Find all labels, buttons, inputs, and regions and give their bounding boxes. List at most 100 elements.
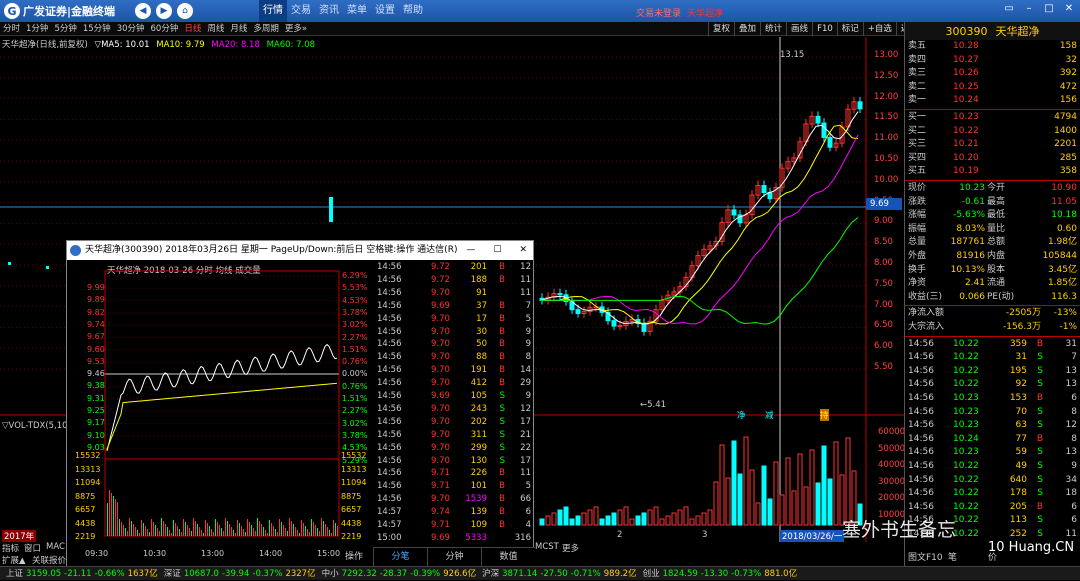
index-item[interactable]: 中小 7292.32 -28.37 -0.39% 926.6亿 (319, 569, 477, 579)
low-marker: ←5.41 (640, 400, 667, 410)
expand-button[interactable]: 扩展▲ (2, 554, 26, 566)
tick-popup-window[interactable]: 天华超净(300390) 2018年03月26日 星期一 PageUp/Down… (66, 240, 535, 567)
tick-cell: 9.70 (431, 429, 450, 440)
quote-cell: 31 (1015, 352, 1027, 363)
menu-item-trade[interactable]: 交易 (287, 0, 315, 22)
period-tab[interactable]: 更多» (282, 22, 310, 35)
quote-cell: 10.23 (953, 420, 979, 431)
volume-bar (575, 515, 581, 526)
quote-row: 14:56 10.22 49 S 9 (905, 460, 1080, 474)
quote-tab[interactable]: 图文F10 (908, 552, 943, 566)
menu-item-market[interactable]: 行情 (259, 0, 287, 22)
home-icon[interactable]: ⌂ (177, 3, 193, 19)
tick-row: 14:56 9.70 191 B 14 (373, 364, 535, 377)
price-tick: 11.50 (874, 112, 899, 123)
quote-cell: 10.23 (959, 183, 985, 193)
operate-label[interactable]: 操作 (345, 549, 363, 562)
volume-bar (251, 525, 252, 536)
quote-cell: 205 (1009, 501, 1027, 512)
close-icon[interactable]: ✕ (1062, 2, 1076, 16)
volume-bar (271, 523, 272, 536)
maximize-icon[interactable]: ☐ (493, 241, 501, 260)
tool-button[interactable]: F10 (812, 22, 837, 36)
macd-tab[interactable]: MAC (46, 542, 65, 552)
index-item[interactable]: 沪深 3871.14 -27.50 -0.71% 989.2亿 (479, 569, 637, 579)
volume-bar (557, 509, 563, 526)
menu-item-menu[interactable]: 菜单 (343, 0, 371, 22)
quote-cell: 14:56 (908, 406, 934, 417)
quote-cell: 买二 (908, 125, 927, 136)
tool-button[interactable]: 画线 (786, 22, 812, 36)
period-tab[interactable]: 分时 (0, 22, 23, 35)
tool-button[interactable]: 统计 (760, 22, 786, 36)
volume-bar (683, 506, 689, 526)
tab-minutes[interactable]: 分钟 (427, 548, 481, 566)
period-tab[interactable]: 15分钟 (80, 22, 114, 35)
back-icon[interactable]: ◀ (135, 3, 151, 19)
more-tab[interactable]: 更多 (562, 542, 579, 554)
maximize-icon[interactable]: □ (1042, 2, 1056, 16)
quote-cell: S (1037, 406, 1043, 417)
tool-button[interactable]: 叠加 (734, 22, 760, 36)
mcst-tab[interactable]: MCST (535, 542, 559, 552)
period-tab[interactable]: 日线 (181, 22, 204, 35)
tick-cell: 17 (476, 313, 487, 324)
quote-cell: 81916 (956, 251, 985, 261)
volume-bar (205, 520, 206, 536)
period-tab[interactable]: 1分钟 (23, 22, 51, 35)
quote-cell: S (1037, 379, 1043, 390)
volume-bar (331, 533, 332, 536)
related-quote-button[interactable]: 关联报价 (32, 554, 66, 566)
tick-cell: 14:56 (377, 300, 402, 311)
quote-cell: 现价 (908, 183, 927, 193)
index-cell: -13.30 (700, 569, 729, 579)
index-item[interactable]: 深证 10687.0 -39.94 -0.37% 2327亿 (161, 569, 316, 579)
period-tab[interactable]: 60分钟 (148, 22, 182, 35)
forward-icon[interactable]: ▶ (156, 3, 172, 19)
tick-list[interactable]: 14:56 9.72 201 B 12 14:56 9.72 188 B 11 14:56 9.70 9… (373, 261, 535, 546)
minimize-icon[interactable]: – (1022, 2, 1036, 16)
close-icon[interactable]: ✕ (519, 241, 527, 260)
tab-ticks[interactable]: 分笔 (373, 548, 427, 566)
volume-bar (653, 506, 659, 526)
indicator-tab[interactable]: 指标 (2, 542, 19, 554)
quote-tab[interactable]: 笔 (948, 552, 957, 566)
candle-body (857, 101, 863, 110)
menu-item-settings[interactable]: 设置 (371, 0, 399, 22)
brand-logo: G 广发证券|金融终端 (0, 0, 130, 22)
period-tab[interactable]: 30分钟 (114, 22, 148, 35)
quote-row: 卖二 10.25 472 (905, 81, 1080, 95)
minimize-icon[interactable]: — (466, 241, 475, 260)
vol-tick: 11094 (75, 478, 101, 487)
index-item[interactable]: 创业 1824.59 -13.30 -0.73% 881.0亿 (640, 569, 798, 579)
intraday-chart[interactable] (67, 261, 373, 548)
volume-bar (311, 519, 312, 536)
skin-icon[interactable]: ▭ (1002, 2, 1016, 16)
window-tab[interactable]: 窗口 (24, 542, 41, 554)
period-tab[interactable]: 多周期 (250, 22, 282, 35)
tick-cell: 37 (476, 300, 487, 311)
quote-cell: 0.066 (959, 291, 985, 302)
tool-button[interactable]: 标记 (836, 22, 863, 36)
tool-button[interactable]: 复权 (708, 22, 734, 36)
tool-button[interactable]: +自选 (862, 22, 896, 36)
quote-cell: 14:56 (908, 433, 934, 444)
vol-tick: 2219 (75, 532, 96, 541)
quote-cell: 卖五 (908, 41, 927, 51)
tick-row: 14:56 9.70 91 11 (373, 287, 535, 300)
index-item[interactable]: 上证 3159.05 -21.11 -0.66% 1637亿 (3, 569, 158, 579)
price-tick: 12.00 (874, 91, 899, 102)
pct-tick: 0.76% (342, 357, 368, 367)
login-status[interactable]: 交易未登录 天华超净 (636, 6, 723, 19)
volume-bar (145, 526, 146, 536)
period-tab[interactable]: 5分钟 (51, 22, 79, 35)
tick-cell: 14:56 (377, 455, 402, 466)
period-tab[interactable]: 月线 (227, 22, 250, 35)
menu-item-help[interactable]: 帮助 (399, 0, 427, 22)
time-tick: 09:30 (85, 549, 109, 558)
menu-item-news[interactable]: 资讯 (315, 0, 343, 22)
volume-bar (253, 528, 254, 536)
tab-values[interactable]: 数值 (481, 548, 535, 566)
volume-bar (215, 519, 216, 536)
period-tab[interactable]: 周线 (204, 22, 227, 35)
